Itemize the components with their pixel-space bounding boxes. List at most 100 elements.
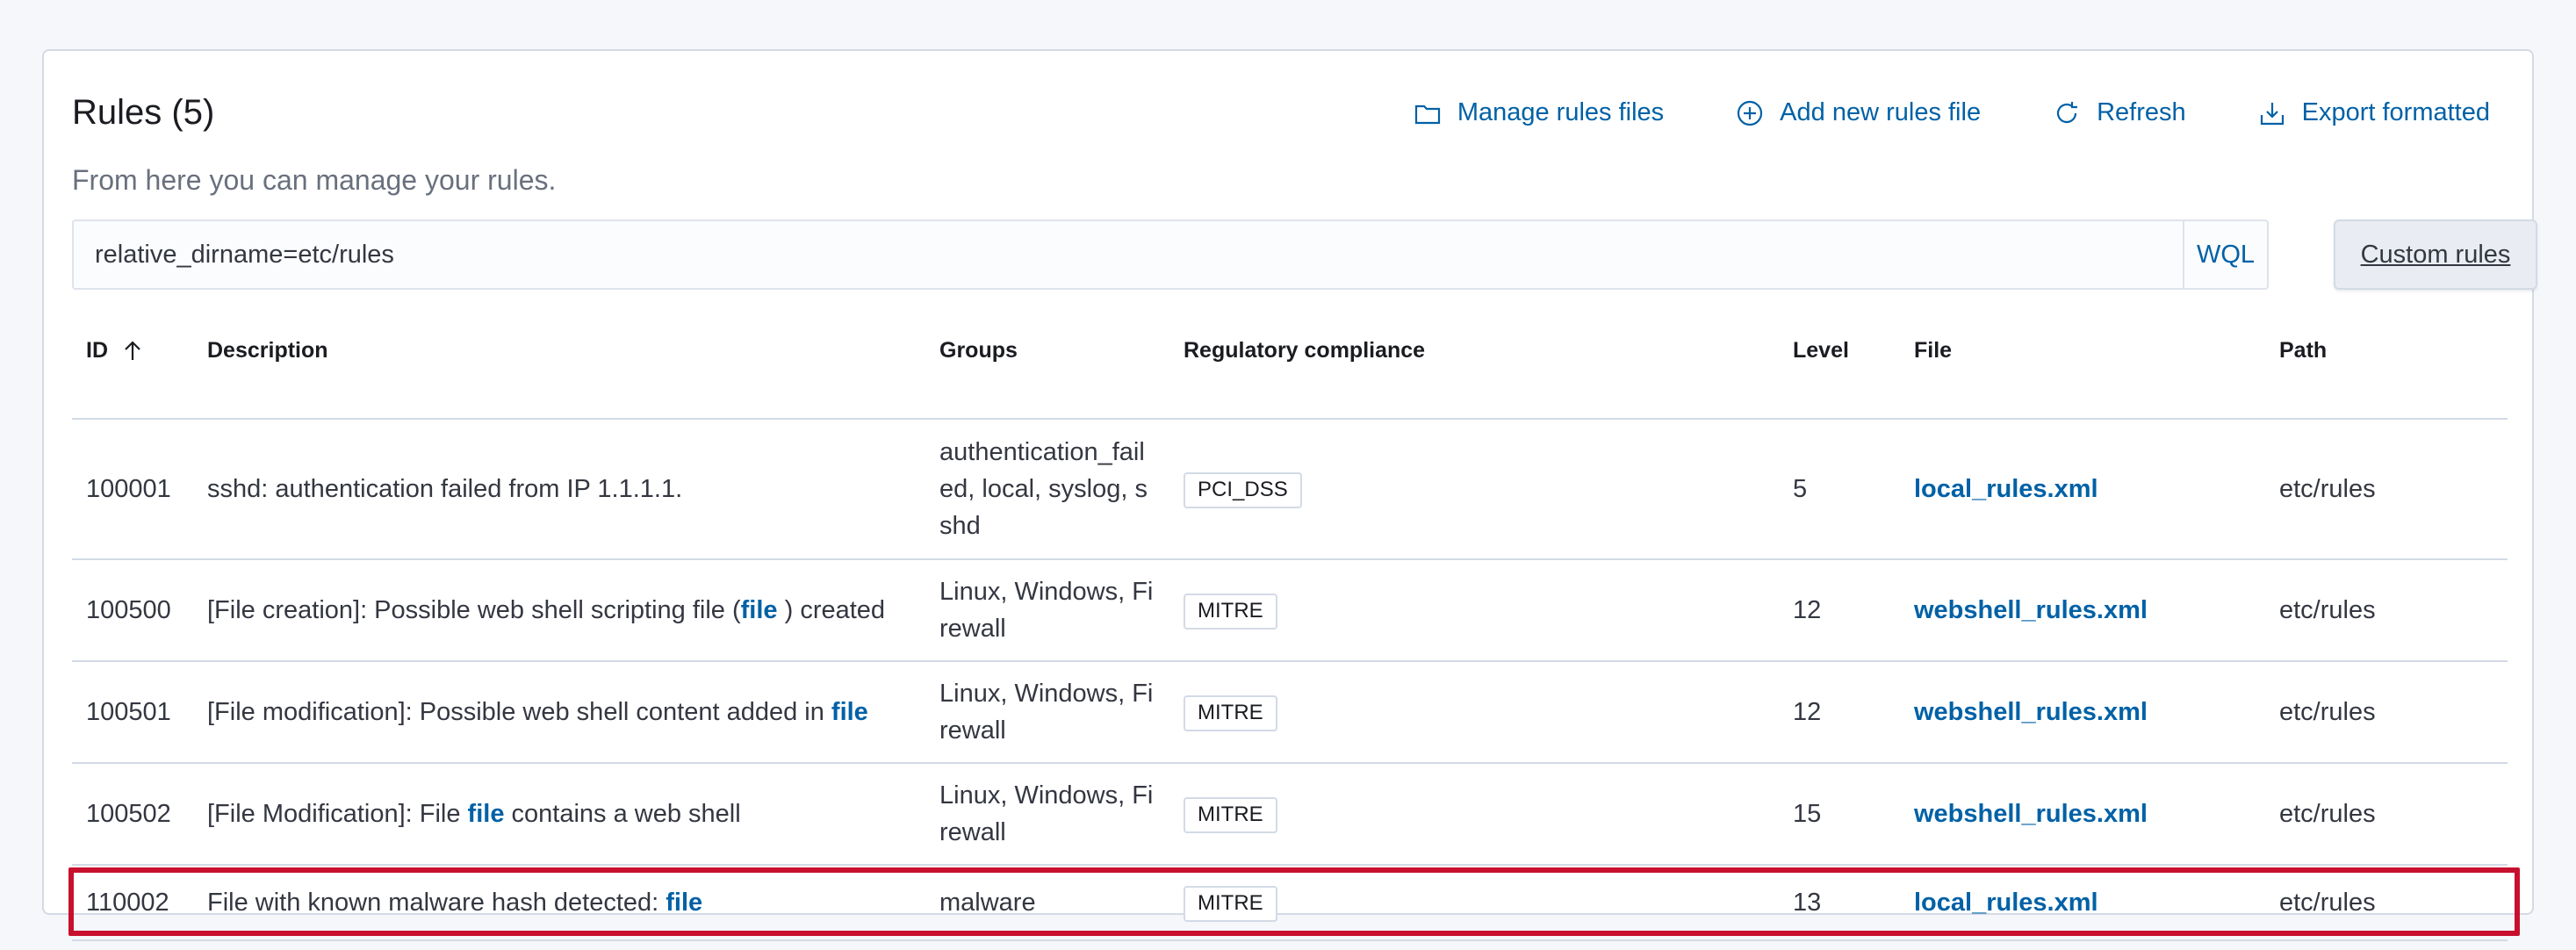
cell-id-text: 100501: [86, 697, 171, 726]
manage-rules-files-label: Manage rules files: [1457, 98, 1665, 126]
header-actions: Manage rules files Add new rules file Re…: [1414, 98, 2490, 127]
cell-level: 12: [1779, 661, 1900, 764]
page-subtitle: From here you can manage your rules.: [72, 164, 557, 196]
description-text: ) created: [777, 595, 886, 624]
cell-level-text: 15: [1793, 799, 1822, 828]
cell-file: local_rules.xml: [1900, 865, 2265, 941]
cell-level-text: 5: [1793, 474, 1808, 503]
cell-id: 100502: [72, 763, 193, 866]
cell-groups: Linux, Windows, Firewall: [925, 661, 1169, 764]
description-text: [File modification]: Possible web shell …: [207, 697, 831, 726]
export-formatted-button[interactable]: Export formatted: [2258, 98, 2490, 127]
cell-id-text: 100001: [86, 474, 171, 503]
cell-description: sshd: authentication failed from IP 1.1.…: [193, 419, 925, 560]
description-text: contains a web shell: [504, 799, 741, 828]
search-row: WQL Custom rules: [72, 220, 2537, 291]
cell-level-text: 13: [1793, 888, 1822, 917]
cell-id-text: 100502: [86, 799, 171, 828]
cell-level: 12: [1779, 559, 1900, 662]
cell-file-text[interactable]: local_rules.xml: [1914, 475, 2098, 503]
cell-compliance: MITRE: [1169, 763, 1779, 866]
cell-compliance: MITRE: [1169, 559, 1779, 662]
cell-level-text: 12: [1793, 595, 1822, 624]
cell-id-text: 100500: [86, 595, 171, 624]
plus-circle-icon: [1738, 100, 1763, 126]
cell-description: File with known malware hash detected: f…: [193, 865, 925, 941]
column-header-description[interactable]: Description: [193, 316, 925, 386]
compliance-badge[interactable]: MITRE: [1184, 797, 1277, 833]
description-file-link[interactable]: file: [741, 596, 778, 624]
cell-compliance: MITRE: [1169, 865, 1779, 941]
description-text: File with known malware hash detected:: [207, 888, 666, 917]
column-header-compliance[interactable]: Regulatory compliance: [1169, 316, 1779, 386]
compliance-badge[interactable]: PCI_DSS: [1184, 472, 1302, 508]
cell-groups: Linux, Windows, Firewall: [925, 763, 1169, 866]
cell-description: [File creation]: Possible web shell scri…: [193, 559, 925, 662]
cell-groups-text: Linux, Windows, Firewall: [939, 781, 1154, 846]
description-file-link[interactable]: file: [468, 800, 505, 828]
cell-groups-text: Linux, Windows, Firewall: [939, 679, 1154, 745]
cell-id: 100501: [72, 661, 193, 764]
cell-description: [File modification]: Possible web shell …: [193, 661, 925, 764]
cell-groups-text: authentication_failed, local, syslog, ss…: [939, 437, 1148, 541]
rules-panel: Rules (5) Manage rules files Add new rul…: [42, 49, 2537, 941]
manage-rules-files-button[interactable]: Manage rules files: [1414, 98, 1664, 127]
add-new-rules-file-button[interactable]: Add new rules file: [1736, 98, 1981, 127]
description-text: sshd: authentication failed from IP 1.1.…: [207, 474, 683, 503]
column-header-level[interactable]: Level: [1779, 316, 1900, 386]
cell-file-text[interactable]: local_rules.xml: [1914, 889, 2098, 917]
column-header-path[interactable]: Path: [2265, 316, 2508, 386]
cell-id: 110002: [72, 865, 193, 941]
table-row[interactable]: 100502 [File Modification]: File file con…: [72, 763, 2508, 866]
rules-table-body: 100001 sshd: authentication failed from I…: [72, 419, 2508, 941]
refresh-icon: [2057, 101, 2078, 123]
compliance-badge[interactable]: MITRE: [1184, 695, 1277, 731]
custom-rules-button[interactable]: Custom rules: [2334, 220, 2537, 290]
column-header-id[interactable]: ID: [72, 316, 193, 386]
cell-file-text[interactable]: webshell_rules.xml: [1914, 698, 2148, 726]
cell-file: webshell_rules.xml: [1900, 559, 2265, 662]
cell-compliance: PCI_DSS: [1169, 419, 1779, 560]
cell-path-text: etc/rules: [2279, 474, 2376, 503]
cell-groups: Linux, Windows, Firewall: [925, 559, 1169, 662]
table-row[interactable]: 100501 [File modification]: Possible web …: [72, 661, 2508, 764]
compliance-badge[interactable]: MITRE: [1184, 594, 1277, 630]
cell-path-text: etc/rules: [2279, 697, 2376, 726]
wql-toggle-button[interactable]: WQL: [2183, 221, 2267, 288]
table-row[interactable]: 110002 File with known malware hash detec…: [72, 865, 2508, 941]
cell-path: etc/rules: [2265, 763, 2508, 866]
cell-groups-text: malware: [939, 888, 1036, 917]
description-file-link[interactable]: file: [831, 698, 868, 726]
cell-level: 15: [1779, 763, 1900, 866]
export-icon: [2260, 102, 2284, 125]
cell-groups-text: Linux, Windows, Firewall: [939, 577, 1154, 643]
column-header-groups[interactable]: Groups: [925, 316, 1169, 386]
column-header-file[interactable]: File: [1900, 316, 2265, 386]
cell-description: [File Modification]: File file contains …: [193, 763, 925, 866]
cell-id: 100500: [72, 559, 193, 662]
cell-level: 13: [1779, 865, 1900, 941]
sort-ascending-icon: [125, 341, 140, 360]
description-text: [File Modification]: File: [207, 799, 468, 828]
cell-path-text: etc/rules: [2279, 595, 2376, 624]
description-file-link[interactable]: file: [666, 889, 702, 917]
cell-file-text[interactable]: webshell_rules.xml: [1914, 800, 2148, 828]
cell-groups: authentication_failed, local, syslog, ss…: [925, 419, 1169, 560]
refresh-button[interactable]: Refresh: [2053, 98, 2186, 127]
cell-file-text[interactable]: webshell_rules.xml: [1914, 596, 2148, 624]
cell-level: 5: [1779, 419, 1900, 560]
compliance-badge[interactable]: MITRE: [1184, 886, 1277, 922]
cell-path: etc/rules: [2265, 865, 2508, 941]
cell-path-text: etc/rules: [2279, 888, 2376, 917]
folder-icon: [1414, 104, 1440, 124]
cell-id: 100001: [72, 419, 193, 560]
export-formatted-label: Export formatted: [2301, 98, 2490, 126]
cell-compliance: MITRE: [1169, 661, 1779, 764]
table-row[interactable]: 100500 [File creation]: Possible web shel…: [72, 559, 2508, 662]
add-new-rules-file-label: Add new rules file: [1780, 98, 1982, 126]
search-input[interactable]: [74, 220, 2183, 289]
table-row[interactable]: 100001 sshd: authentication failed from I…: [72, 419, 2508, 560]
cell-file: webshell_rules.xml: [1900, 763, 2265, 866]
refresh-label: Refresh: [2097, 98, 2186, 126]
cell-path: etc/rules: [2265, 419, 2508, 560]
